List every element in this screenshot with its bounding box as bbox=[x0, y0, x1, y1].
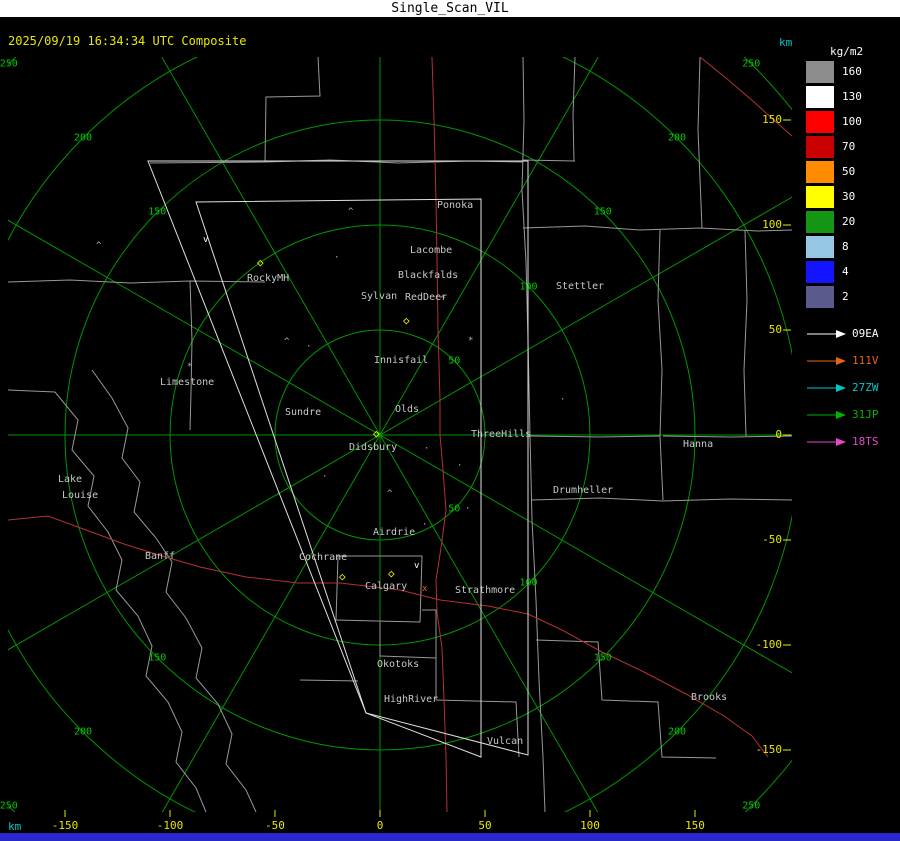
scale-row: 130 bbox=[806, 84, 862, 109]
scale-row: 2 bbox=[806, 284, 862, 309]
station-id: 27ZW bbox=[852, 381, 879, 394]
scale-row: 8 bbox=[806, 234, 862, 259]
station-arrow-icon bbox=[807, 329, 846, 338]
color-scale-legend: 160 130 100 70 50 30 20 8 4 2 bbox=[806, 59, 862, 309]
scale-value: 100 bbox=[842, 115, 862, 128]
scale-swatch bbox=[806, 60, 834, 83]
scale-row: 50 bbox=[806, 159, 862, 184]
scale-row: 160 bbox=[806, 59, 862, 84]
legend-units-label: kg/m2 bbox=[830, 45, 864, 58]
scale-swatch bbox=[806, 235, 834, 258]
scale-value: 30 bbox=[842, 190, 856, 203]
scale-row: 100 bbox=[806, 109, 862, 134]
station-row: 09EA bbox=[806, 320, 879, 347]
bottom-scrollbar[interactable] bbox=[0, 833, 900, 841]
scale-value: 160 bbox=[842, 65, 862, 78]
station-row: 27ZW bbox=[806, 374, 879, 401]
station-id: 18TS bbox=[852, 435, 879, 448]
scale-row: 4 bbox=[806, 259, 862, 284]
scale-swatch bbox=[806, 260, 834, 283]
scale-row: 70 bbox=[806, 134, 862, 159]
scale-swatch bbox=[806, 185, 834, 208]
radar-viewer-window: { "app": { "title": "Single_Scan_VIL" },… bbox=[0, 0, 900, 841]
station-arrow-icon bbox=[807, 356, 846, 365]
scale-swatch bbox=[806, 110, 834, 133]
scale-value: 50 bbox=[842, 165, 856, 178]
radar-map[interactable] bbox=[0, 0, 900, 841]
station-id: 09EA bbox=[852, 327, 879, 340]
station-arrow-icon bbox=[807, 383, 846, 392]
scale-swatch bbox=[806, 160, 834, 183]
scale-row: 30 bbox=[806, 184, 862, 209]
station-row: 31JP bbox=[806, 401, 879, 428]
scale-value: 4 bbox=[842, 265, 849, 278]
scale-value: 8 bbox=[842, 240, 849, 253]
station-id: 111V bbox=[852, 354, 879, 367]
axis-ticks bbox=[64, 119, 791, 817]
station-arrow-icon bbox=[807, 410, 846, 419]
scale-swatch bbox=[806, 85, 834, 108]
scale-value: 20 bbox=[842, 215, 856, 228]
scale-value: 70 bbox=[842, 140, 856, 153]
station-row: 18TS bbox=[806, 428, 879, 455]
scale-value: 2 bbox=[842, 290, 849, 303]
scale-swatch bbox=[806, 210, 834, 233]
scale-value: 130 bbox=[842, 90, 862, 103]
station-arrow-legend: 09EA 111V 27ZW 31JP 18TS bbox=[806, 320, 879, 455]
scale-swatch bbox=[806, 135, 834, 158]
scale-swatch bbox=[806, 285, 834, 308]
station-id: 31JP bbox=[852, 408, 879, 421]
station-arrow-icon bbox=[807, 437, 846, 446]
range-rings-grid bbox=[8, 57, 792, 812]
station-row: 111V bbox=[806, 347, 879, 374]
scale-row: 20 bbox=[806, 209, 862, 234]
